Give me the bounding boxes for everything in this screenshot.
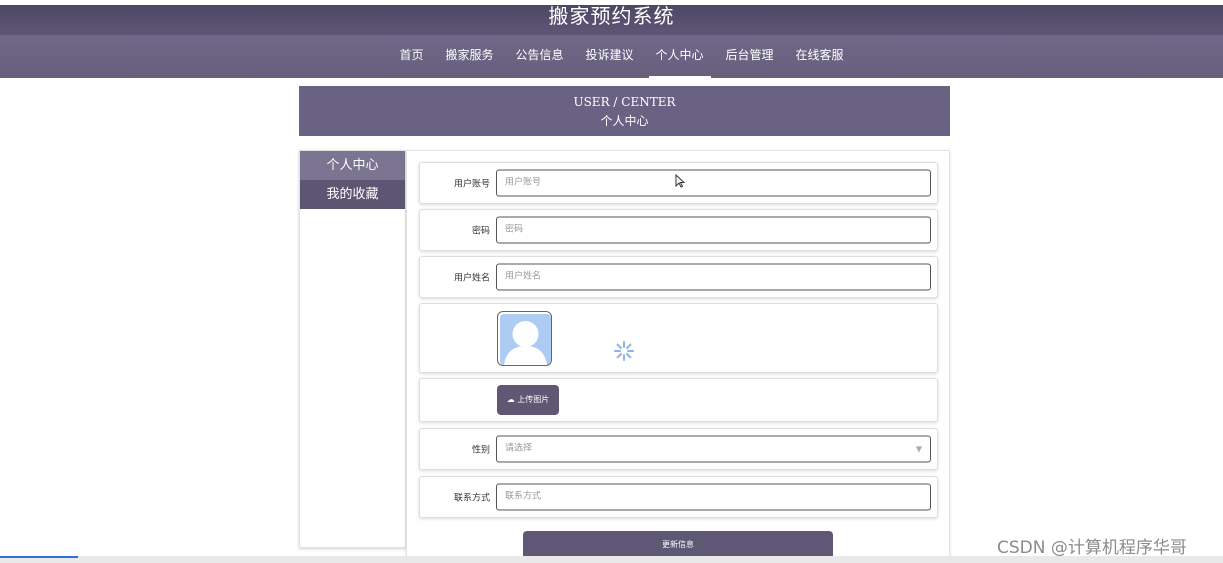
form-row-gender: 性别 请选择 ▼ (419, 428, 938, 470)
banner-title-en: USER / CENTER (573, 95, 676, 109)
account-input[interactable]: 用户账号 (496, 169, 931, 197)
sidebar: 个人中心 我的收藏 (299, 150, 406, 548)
watermark: CSDN @计算机程序华哥 (997, 538, 1187, 558)
page-banner: USER / CENTER 个人中心 (299, 86, 950, 136)
site-header: 搬家预约系统 (0, 4, 1223, 35)
loading-progress-bar (0, 556, 78, 558)
bottom-scrollbar (0, 556, 1223, 563)
form-row-password: 密码 密码 (419, 209, 938, 251)
upload-image-button[interactable]: ☁ 上传图片 (497, 385, 559, 415)
gender-label: 性别 (471, 445, 490, 456)
gender-select[interactable]: 请选择 ▼ (496, 435, 931, 463)
nav-moving-service[interactable]: 搬家服务 (434, 35, 504, 78)
profile-form-panel: 用户账号 用户账号 密码 密码 用户姓名 用户姓名 ☁ 上传图片 性别 请选择 … (406, 150, 950, 563)
nav-announcements[interactable]: 公告信息 (504, 35, 574, 78)
loading-spinner-icon (613, 340, 635, 366)
update-info-button[interactable]: 更新信息 (523, 531, 833, 559)
account-label: 用户账号 (453, 179, 490, 190)
banner-title-zh: 个人中心 (600, 114, 649, 128)
name-input[interactable]: 用户姓名 (496, 263, 931, 291)
nav-personal-center[interactable]: 个人中心 (645, 35, 715, 79)
form-row-upload: ☁ 上传图片 (419, 378, 938, 422)
nav-online-support[interactable]: 在线客服 (785, 35, 855, 78)
form-row-phone: 联系方式 联系方式 (419, 476, 938, 518)
password-input[interactable]: 密码 (496, 216, 931, 244)
nav-admin[interactable]: 后台管理 (715, 35, 785, 78)
password-label: 密码 (471, 226, 490, 237)
phone-input[interactable]: 联系方式 (496, 483, 931, 511)
sidebar-item-favorites[interactable]: 我的收藏 (300, 180, 405, 209)
form-row-name: 用户姓名 用户姓名 (419, 256, 938, 298)
avatar-placeholder-icon[interactable] (497, 311, 552, 366)
main-nav: 首页 搬家服务 公告信息 投诉建议 个人中心 后台管理 在线客服 (0, 35, 1223, 79)
sidebar-item-personal-center[interactable]: 个人中心 (300, 151, 405, 180)
chevron-down-icon: ▼ (915, 444, 922, 454)
nav-complaints[interactable]: 投诉建议 (574, 35, 644, 78)
mouse-cursor-icon (675, 173, 686, 192)
upload-cloud-icon: ☁ (506, 395, 515, 404)
gender-select-value: 请选择 (505, 443, 533, 454)
site-title: 搬家预约系统 (548, 4, 675, 28)
form-row-avatar (419, 303, 938, 373)
upload-button-label: 上传图片 (517, 395, 550, 404)
nav-home[interactable]: 首页 (388, 35, 434, 78)
phone-label: 联系方式 (453, 493, 490, 504)
name-label: 用户姓名 (453, 273, 490, 284)
